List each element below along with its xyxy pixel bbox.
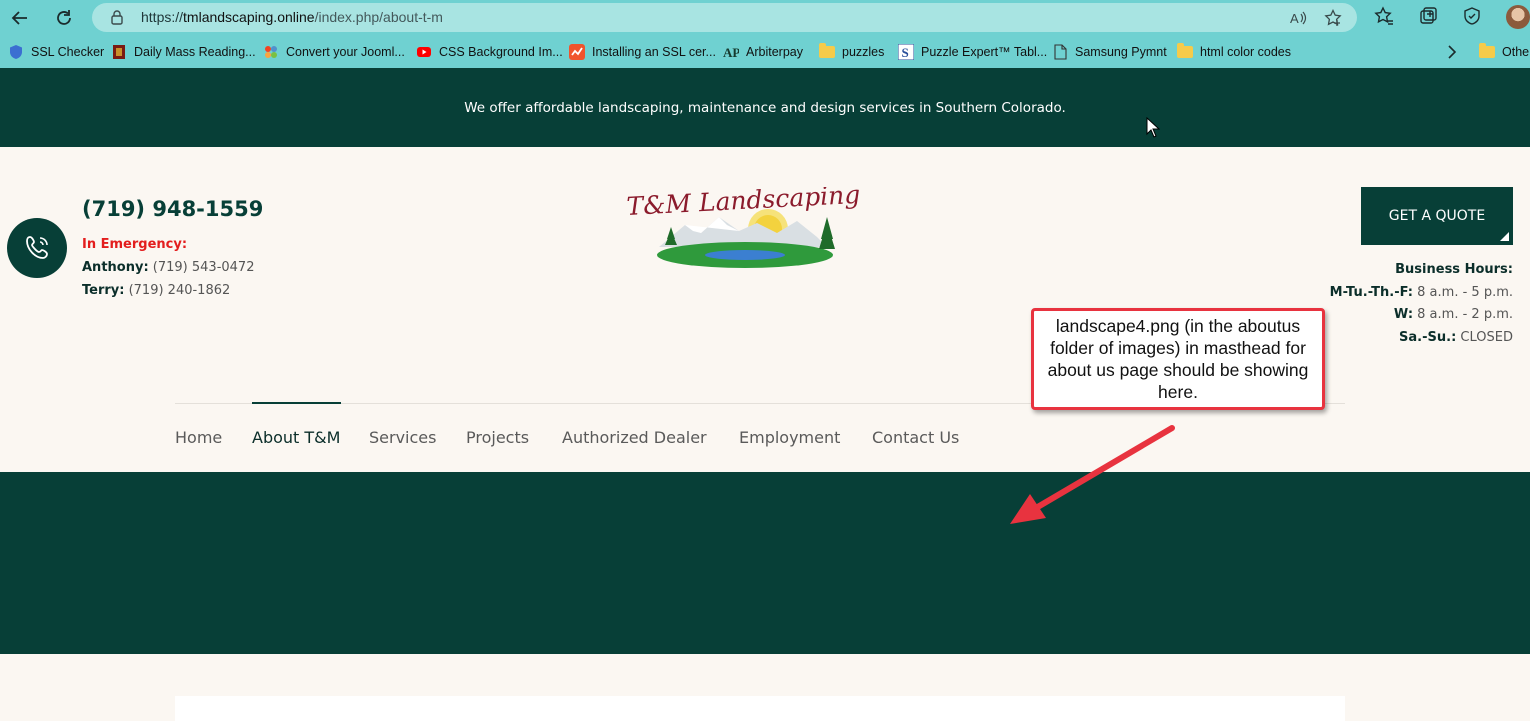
svg-text:AP: AP	[723, 45, 739, 60]
masthead-banner	[0, 472, 1530, 654]
bookmark-installing-ssl[interactable]: Installing an SSL cer...	[569, 42, 716, 62]
refresh-button[interactable]	[51, 5, 77, 31]
hours-row: W: 8 a.m. - 2 p.m.	[1394, 307, 1513, 322]
bookmark-label: Othe	[1502, 45, 1530, 59]
svg-text:S: S	[902, 45, 909, 60]
bookmark-css-background[interactable]: CSS Background Im...	[416, 42, 563, 62]
contact-phone[interactable]: (719) 543-0472	[153, 260, 255, 275]
hours-title: Business Hours:	[1395, 262, 1513, 277]
read-aloud-icon[interactable]: A	[1289, 9, 1307, 27]
hours-days: W:	[1393, 307, 1414, 322]
svg-text:A: A	[1290, 11, 1299, 26]
bookmark-convert-joomla[interactable]: Convert your Jooml...	[263, 42, 405, 62]
nav-home[interactable]: Home	[175, 428, 222, 447]
contact-anthony: Anthony: (719) 543-0472	[82, 260, 254, 275]
nav-authorized-dealer[interactable]: Authorized Dealer	[562, 428, 707, 447]
get-a-quote-button[interactable]: GET A QUOTE	[1361, 187, 1513, 245]
contact-phone[interactable]: (719) 240-1862	[129, 283, 231, 298]
folder-icon	[1177, 43, 1193, 58]
url-text: https://tmlandscaping.online/index.php/a…	[141, 9, 443, 25]
tagline: We offer affordable landscaping, mainten…	[464, 99, 1066, 116]
bookmark-label: puzzles	[842, 45, 885, 59]
nav-active-indicator	[252, 402, 341, 404]
phone-circle[interactable]	[7, 218, 67, 278]
site-logo[interactable]: T&M Landscaping	[627, 187, 879, 269]
mouse-cursor-icon	[1146, 117, 1160, 138]
refresh-icon	[57, 10, 71, 25]
folder-icon	[819, 43, 835, 58]
corner-triangle-icon	[1500, 232, 1509, 241]
hours-row: M-Tu.-Th.-F: 8 a.m. - 5 p.m.	[1330, 285, 1513, 300]
nav-services[interactable]: Services	[369, 428, 436, 447]
annotation-callout: landscape4.png (in the aboutus folder of…	[1031, 308, 1325, 410]
profile-avatar[interactable]	[1506, 5, 1530, 29]
hours-row: Sa.-Su.: CLOSED	[1399, 330, 1513, 345]
nav-about[interactable]: About T&M	[252, 428, 340, 447]
nav-contact-us[interactable]: Contact Us	[872, 428, 959, 447]
hours-time: 8 a.m. - 5 p.m.	[1417, 285, 1513, 300]
favorites-icon[interactable]	[1374, 6, 1394, 26]
bookmark-puzzles[interactable]: puzzles	[819, 42, 884, 62]
browser-essentials-icon[interactable]	[1462, 6, 1482, 26]
address-bar[interactable]: https://tmlandscaping.online/index.php/a…	[92, 3, 1357, 32]
bookmark-daily-mass[interactable]: Daily Mass Reading...	[111, 42, 256, 62]
url-host: tmlandscaping.online	[183, 9, 315, 25]
ap-icon: AP	[723, 45, 739, 60]
url-scheme: https://	[141, 9, 184, 25]
phone-ringing-icon	[26, 236, 48, 259]
hours-title-text: Business Hours:	[1395, 262, 1513, 277]
bookmark-arbiterpay[interactable]: AP Arbiterpay	[723, 42, 803, 62]
bookmark-label: html color codes	[1200, 45, 1292, 59]
emergency-label: In Emergency:	[82, 237, 188, 252]
bookmarks-bar: SSL Checker Daily Mass Reading... Conver…	[0, 36, 1530, 68]
contact-name: Terry:	[82, 283, 125, 298]
s-icon: S	[898, 44, 914, 60]
folder-icon	[1479, 43, 1495, 58]
lock-icon	[111, 10, 123, 25]
bookmark-html-color-codes[interactable]: html color codes	[1177, 42, 1291, 62]
collections-icon[interactable]	[1418, 6, 1438, 26]
main-phone-number[interactable]: (719) 948-1559	[82, 197, 263, 221]
hours-time: 8 a.m. - 2 p.m.	[1417, 307, 1513, 322]
hours-time: CLOSED	[1460, 330, 1513, 345]
back-button[interactable]	[7, 5, 33, 31]
bookmark-label: Arbiterpay	[746, 45, 803, 59]
quote-button-label: GET A QUOTE	[1388, 208, 1486, 224]
bookmark-label: Installing an SSL cer...	[592, 45, 716, 59]
site-top-bar: We offer affordable landscaping, mainten…	[0, 68, 1530, 147]
shield-icon	[10, 45, 22, 59]
hours-days: M-Tu.-Th.-F:	[1329, 285, 1414, 300]
nav-employment[interactable]: Employment	[739, 428, 840, 447]
chart-icon	[569, 44, 585, 60]
contact-name: Anthony:	[82, 260, 149, 275]
bookmark-other-favorites[interactable]: Othe	[1479, 42, 1529, 62]
bookmark-label: Daily Mass Reading...	[134, 45, 256, 59]
bookmark-samsung-pymnt[interactable]: Samsung Pymnt	[1052, 42, 1167, 62]
book-icon	[113, 45, 125, 59]
joomla-icon	[265, 46, 277, 58]
bookmark-label: Samsung Pymnt	[1075, 45, 1167, 59]
bookmark-label: CSS Background Im...	[439, 45, 563, 59]
add-favorite-icon[interactable]	[1324, 9, 1342, 27]
bookmark-label: Convert your Jooml...	[286, 45, 405, 59]
bookmark-ssl-checker[interactable]: SSL Checker	[8, 42, 104, 62]
youtube-icon	[417, 47, 431, 57]
nav-projects[interactable]: Projects	[466, 428, 529, 447]
bookmarks-more-button[interactable]	[1444, 42, 1460, 62]
chevron-right-icon	[1448, 45, 1457, 59]
callout-text: landscape4.png (in the aboutus folder of…	[1047, 316, 1309, 402]
contact-terry: Terry: (719) 240-1862	[82, 283, 230, 298]
page-icon	[1054, 44, 1067, 60]
bookmark-puzzle-expert[interactable]: S Puzzle Expert™ Tabl...	[898, 42, 1047, 62]
logo-text: T&M Landscaping	[627, 187, 861, 221]
hours-days: Sa.-Su.:	[1399, 330, 1457, 345]
content-card	[175, 696, 1345, 721]
browser-toolbar: https://tmlandscaping.online/index.php/a…	[0, 0, 1530, 36]
bookmark-label: Puzzle Expert™ Tabl...	[921, 45, 1048, 59]
arrow-left-icon	[11, 11, 27, 25]
url-path: /index.php/about-t-m	[314, 9, 443, 25]
bookmark-label: SSL Checker	[31, 45, 105, 59]
